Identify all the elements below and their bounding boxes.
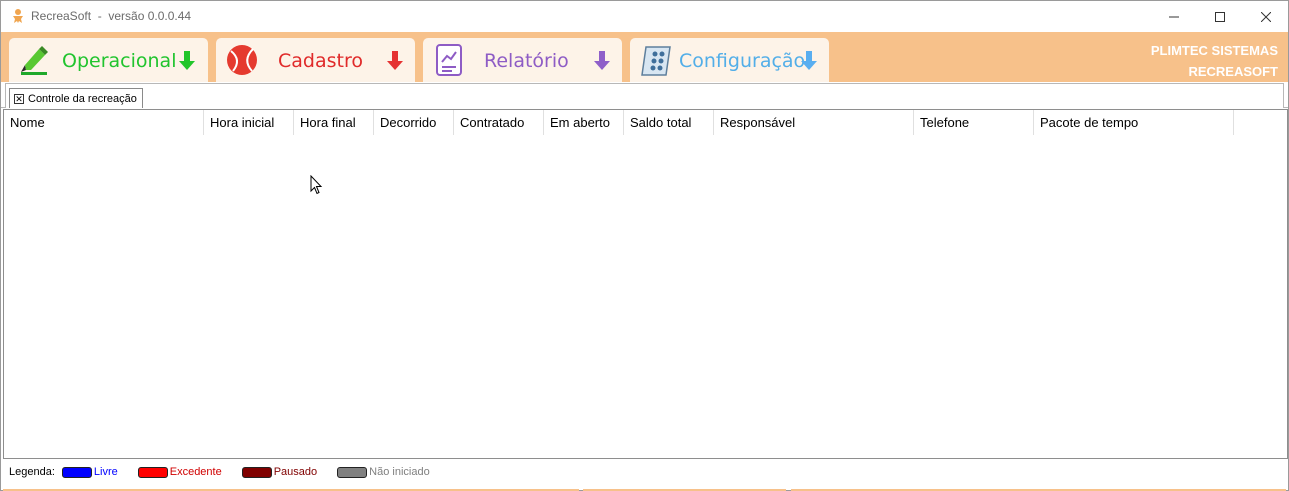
tab-label-operacional: Operacional — [62, 50, 177, 72]
legend-swatch — [337, 466, 368, 478]
legend-item-livre: Livre — [61, 466, 118, 478]
doc-tab-controle[interactable]: ✕ Controle da recreação — [9, 88, 143, 108]
brand-text: PLIMTEC SISTEMAS RECREASOFT — [1151, 40, 1278, 82]
tab-label-relatorio: Relatório — [484, 50, 569, 72]
column-header-em-aberto[interactable]: Em aberto — [544, 110, 624, 135]
column-header-hora-final[interactable]: Hora final — [294, 110, 374, 135]
legend-item-pausado: Pausado — [241, 466, 318, 478]
minimize-button[interactable] — [1151, 1, 1197, 32]
ribbon-menu: Operacional Cadastro Relatório Configura… — [1, 32, 1288, 82]
column-header-pacote-de-tempo[interactable]: Pacote de tempo — [1034, 110, 1234, 135]
tab-operacional[interactable]: Operacional — [9, 38, 208, 82]
column-header-responsavel[interactable]: Responsável — [714, 110, 914, 135]
tab-label-configuracao: Configuração — [679, 50, 806, 72]
app-logo-icon — [13, 9, 23, 23]
app-window: RecreaSoft - versão 0.0.0.44 Operacional — [0, 0, 1289, 491]
column-header-telefone[interactable]: Telefone — [914, 110, 1034, 135]
close-icon — [1261, 11, 1271, 22]
tab-configuracao[interactable]: Configuração — [630, 38, 829, 82]
brand-line-product: RECREASOFT — [1188, 64, 1278, 79]
legend-item-excedente: Excedente — [137, 466, 222, 478]
column-header-saldo-total[interactable]: Saldo total — [624, 110, 714, 135]
minimize-icon — [1169, 16, 1179, 17]
settings-panel-icon — [641, 46, 671, 76]
legend-text: Livre — [93, 466, 118, 478]
window-title: RecreaSoft - versão 0.0.0.44 — [31, 9, 192, 23]
legend-text: Excedente — [169, 466, 222, 478]
legend: Legenda: Livre Excedente Pausado Não ini… — [9, 464, 450, 480]
arrow-down-icon — [179, 51, 195, 70]
ball-icon — [227, 45, 257, 75]
title-bar: RecreaSoft - versão 0.0.0.44 — [1, 1, 1288, 32]
close-tab-icon[interactable]: ✕ — [14, 93, 24, 104]
close-button[interactable] — [1243, 1, 1289, 32]
legend-swatch — [61, 466, 92, 478]
brand-line-company: PLIMTEC SISTEMAS — [1150, 43, 1278, 58]
column-header-decorrido[interactable]: Decorrido — [374, 110, 454, 135]
tab-relatorio[interactable]: Relatório — [423, 38, 622, 82]
legend-label: Legenda: — [9, 466, 55, 478]
column-header-nome[interactable]: Nome — [4, 110, 204, 135]
doc-tab-label: Controle da recreação — [28, 92, 137, 105]
document-tab-strip-frame — [5, 83, 1284, 108]
document-tab-strip: ✕ Controle da recreação — [1, 82, 1288, 108]
report-chart-icon — [436, 44, 462, 76]
grid-header: Nome Hora inicial Hora final Decorrido C… — [4, 110, 1287, 135]
recreation-grid[interactable]: Nome Hora inicial Hora final Decorrido C… — [3, 109, 1288, 459]
arrow-down-icon — [387, 51, 403, 70]
legend-text: Não iniciado — [369, 466, 430, 478]
maximize-button[interactable] — [1197, 1, 1243, 32]
tab-label-cadastro: Cadastro — [278, 50, 363, 72]
column-header-hora-inicial[interactable]: Hora inicial — [204, 110, 294, 135]
maximize-icon — [1215, 11, 1225, 22]
legend-swatch — [137, 466, 168, 478]
column-header-contratado[interactable]: Contratado — [454, 110, 544, 135]
mouse-cursor-icon — [310, 175, 323, 195]
tab-cadastro[interactable]: Cadastro — [216, 38, 415, 82]
legend-text: Pausado — [273, 466, 318, 478]
arrow-down-icon — [594, 51, 610, 70]
arrow-down-icon — [801, 51, 817, 70]
highlighter-icon — [21, 46, 48, 75]
legend-item-nao-iniciado: Não iniciado — [337, 466, 430, 478]
legend-swatch — [241, 466, 272, 478]
